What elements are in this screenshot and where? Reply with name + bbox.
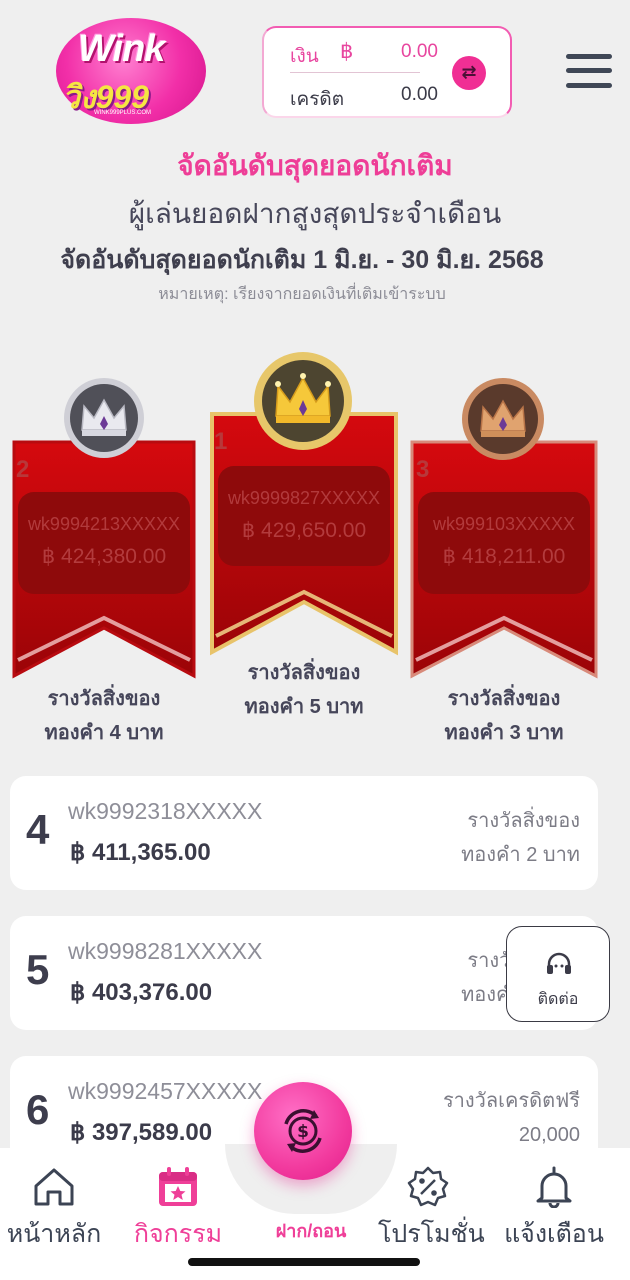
page-subtitle: ผู้เล่นยอดฝากสูงสุดประจำเดือน	[128, 198, 502, 229]
podium-username: wk9999827XXXXX	[227, 488, 381, 508]
podium-info-box: wk999103XXXXX ฿ 418,211.00	[418, 492, 590, 594]
prize-line: ทองคำ 4 บาท	[44, 722, 164, 744]
logo-url: WINK999PLUS.COM	[94, 110, 152, 116]
discount-badge-icon	[407, 1166, 449, 1207]
row-rank: 6	[26, 1086, 50, 1133]
leaderboard-row: 4 wk9992318XXXXX ฿ 411,365.00 รางวัลสิ่ง…	[10, 776, 598, 890]
row-amount: ฿ 411,365.00	[70, 839, 211, 866]
row-username: wk9992318XXXXX	[68, 798, 263, 824]
podium-amount: ฿ 424,380.00	[41, 545, 167, 568]
swap-icon[interactable]: ⇄	[452, 56, 486, 90]
bronze-crown-icon	[460, 376, 546, 462]
podium-prize: รางวัลสิ่งของ ทองคำ 4 บาท	[12, 682, 196, 750]
prize-line: รางวัลสิ่งของ	[467, 810, 580, 832]
podium-amount: ฿ 418,211.00	[442, 545, 566, 568]
wallet-panel: เงิน ฿ 0.00 เครดิต 0.00 ⇄	[262, 26, 512, 118]
brand-logo[interactable]: Wink วิง999 WINK999PLUS.COM	[50, 18, 210, 126]
nav-deposit-label: ฝาก/ถอน	[275, 1221, 347, 1241]
bell-icon	[536, 1166, 572, 1208]
podium-rank-number: 1	[214, 428, 228, 455]
podium-rank-number: 2	[16, 456, 30, 483]
prize-line: ทองคำ 5 บาท	[244, 696, 364, 718]
balance-value: 0.00	[401, 41, 438, 62]
nav-home-label: หน้าหลัก	[6, 1220, 102, 1248]
prize-line: ทองคำ 2 บาท	[461, 844, 580, 866]
row-rank: 5	[26, 946, 50, 993]
row-amount: ฿ 397,589.00	[70, 1119, 213, 1146]
money-exchange-icon: $	[284, 1109, 322, 1153]
row-prize: รางวัลเครดิตฟรี 20,000	[443, 1084, 580, 1152]
gold-crown-icon	[252, 350, 354, 452]
prize-line: รางวัลเครดิตฟรี	[442, 1090, 580, 1112]
contact-label: ติดต่อ	[537, 991, 579, 1008]
podium-prize: รางวัลสิ่งของ ทองคำ 3 บาท	[410, 682, 598, 750]
credit-label: เครดิต	[290, 89, 345, 110]
home-indicator	[188, 1258, 420, 1266]
nav-home[interactable]: หน้าหลัก	[4, 1166, 104, 1254]
svg-text:$: $	[297, 1122, 309, 1142]
row-amount: ฿ 403,376.00	[70, 979, 213, 1006]
podium-rank-2: 2 wk9994213XXXXX ฿ 424,380.00	[12, 440, 196, 680]
podium-rank-number: 3	[416, 456, 430, 483]
silver-crown-icon	[62, 376, 146, 460]
page-title: จัดอันดับสุดยอดนักเติม	[177, 150, 453, 181]
prize-line: รางวัลสิ่งของ	[47, 688, 161, 710]
row-username: wk9992457XXXXX	[68, 1078, 263, 1104]
nav-notifications[interactable]: แจ้งเตือน	[502, 1166, 606, 1254]
contact-button[interactable]: ติดต่อ	[506, 926, 610, 1022]
wallet-divider	[290, 72, 420, 73]
podium-amount: ฿ 429,650.00	[241, 519, 367, 542]
nav-activities[interactable]: กิจกรรม	[128, 1166, 228, 1254]
podium-username: wk9994213XXXXX	[27, 514, 181, 534]
prize-line: ทองคำ 3 บาท	[444, 722, 564, 744]
row-username: wk9998281XXXXX	[68, 938, 263, 964]
nav-notifications-label: แจ้งเตือน	[504, 1220, 604, 1248]
nav-activities-label: กิจกรรม	[133, 1220, 223, 1248]
deposit-withdraw-button[interactable]: $	[254, 1082, 352, 1180]
calendar-star-icon	[159, 1167, 197, 1206]
currency-symbol: ฿	[340, 39, 354, 63]
podium-username: wk999103XXXXX	[432, 514, 576, 534]
podium-prize: รางวัลสิ่งของ ทองคำ 5 บาท	[210, 656, 398, 724]
podium-info-box: wk9994213XXXXX ฿ 424,380.00	[18, 492, 190, 594]
row-prize: รางวัลสิ่งของ ทองคำ 2 บาท	[461, 804, 580, 872]
podium-rank-3: 3 wk999103XXXXX ฿ 418,211.00	[410, 440, 598, 680]
home-icon	[34, 1168, 74, 1206]
balance-label: เงิน	[290, 46, 319, 67]
prize-line: รางวัลสิ่งของ	[247, 662, 361, 684]
podium-info-box: wk9999827XXXXX ฿ 429,650.00	[218, 466, 390, 566]
headset-icon	[547, 952, 571, 974]
prize-line: 20,000	[518, 1124, 580, 1146]
logo-wordmark: Wink	[78, 28, 165, 70]
prize-line: รางวัลสิ่งของ	[447, 688, 561, 710]
credit-value: 0.00	[401, 84, 438, 105]
row-rank: 4	[26, 806, 50, 853]
ranking-period: จัดอันดับสุดยอดนักเติม 1 มิ.ย. - 30 มิ.ย…	[60, 246, 544, 274]
ranking-note: หมายเหตุ: เรียงจากยอดเงินที่เติมเข้าระบบ	[158, 286, 446, 303]
hamburger-menu-icon[interactable]	[566, 52, 614, 90]
